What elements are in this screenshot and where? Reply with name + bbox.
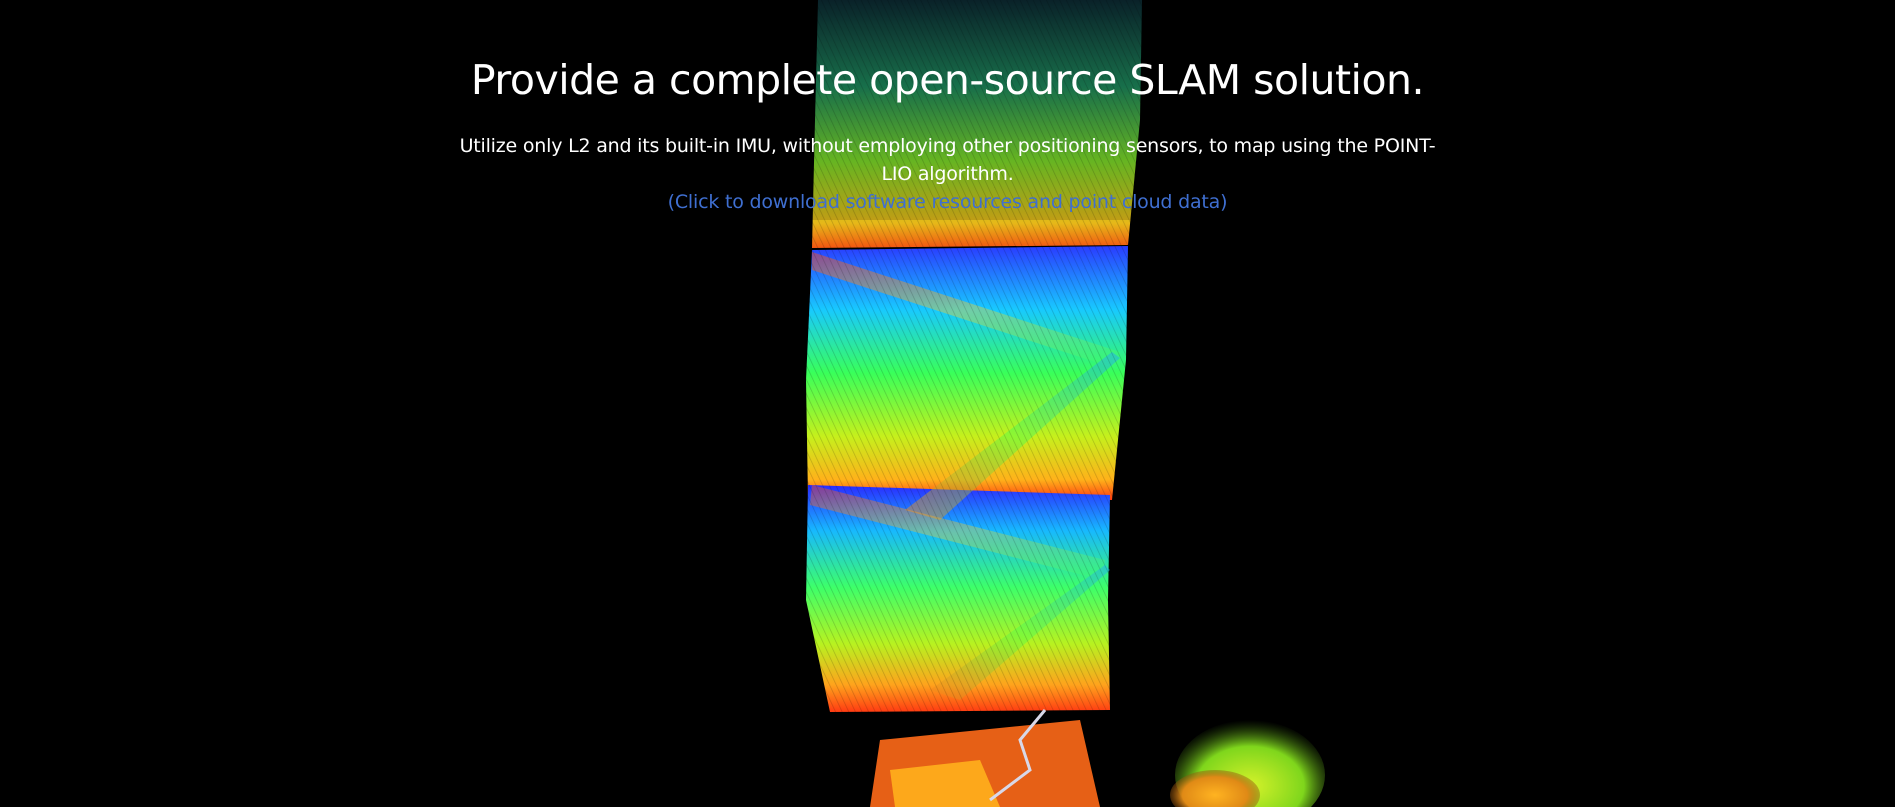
hero-section: Provide a complete open-source SLAM solu… — [0, 0, 1895, 807]
hero-subtitle: Utilize only L2 and its built-in IMU, wi… — [459, 135, 1436, 185]
hero-text-block: Provide a complete open-source SLAM solu… — [0, 0, 1895, 216]
download-resources-link[interactable]: (Click to download software resources an… — [668, 188, 1228, 216]
hero-title: Provide a complete open-source SLAM solu… — [470, 56, 1425, 104]
